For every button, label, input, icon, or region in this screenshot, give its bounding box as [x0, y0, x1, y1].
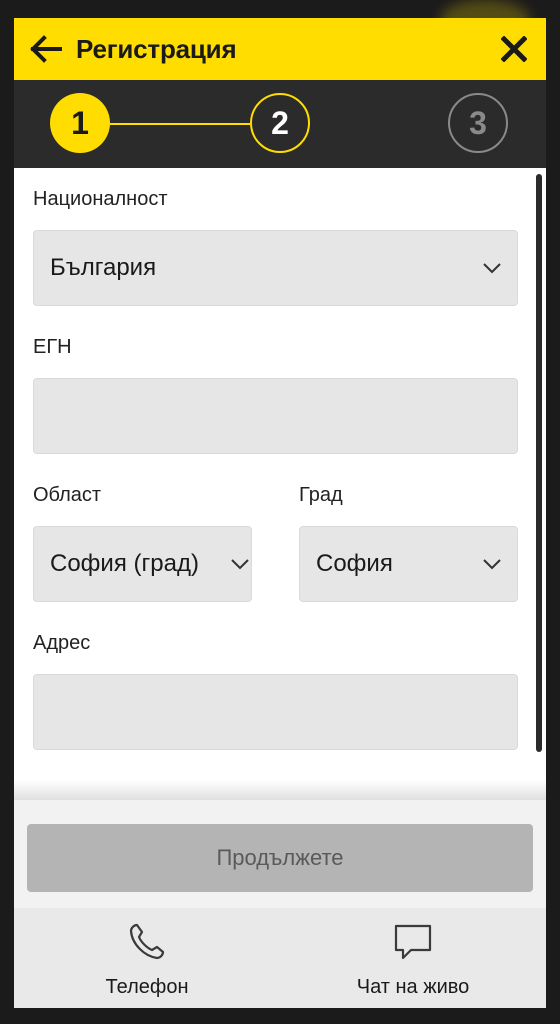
- phone-icon: [129, 923, 165, 959]
- address-label: Адрес: [33, 632, 91, 654]
- egn-label: ЕГН: [33, 336, 72, 358]
- region-label: Област: [33, 484, 102, 506]
- continue-button[interactable]: Продължете: [27, 824, 533, 892]
- page-title: Регистрация: [76, 33, 237, 64]
- arrow-left-icon: [30, 35, 62, 63]
- phone-label: Телефон: [105, 975, 189, 998]
- city-value: София: [316, 550, 393, 577]
- phone-support-button[interactable]: Телефон: [14, 908, 280, 1008]
- chevron-down-icon: [483, 559, 501, 570]
- chevron-down-icon: [483, 263, 501, 274]
- support-footer: Телефон Чат на живо: [14, 908, 546, 1008]
- city-label: Град: [299, 484, 343, 506]
- nationality-label: Националност: [33, 188, 168, 210]
- chat-icon: [394, 924, 432, 959]
- close-icon: [501, 36, 527, 62]
- region-value: София (град): [50, 550, 199, 577]
- city-select[interactable]: София: [299, 526, 518, 602]
- address-input[interactable]: [33, 674, 518, 750]
- step-3: 3: [448, 93, 508, 153]
- chevron-down-icon: [231, 559, 249, 570]
- live-chat-button[interactable]: Чат на живо: [280, 908, 546, 1008]
- registration-modal: Регистрация 1 2 3 Националност България …: [14, 18, 546, 1008]
- step-1: 1: [50, 93, 110, 153]
- close-button[interactable]: [496, 31, 532, 67]
- step-connector: [110, 123, 250, 125]
- step-2: 2: [250, 93, 310, 153]
- registration-stepper: 1 2 3: [14, 80, 546, 168]
- registration-form: Националност България ЕГН Област София (…: [14, 168, 546, 800]
- form-scrollbar[interactable]: [536, 174, 542, 752]
- nationality-value: България: [50, 254, 157, 281]
- region-select[interactable]: София (град): [33, 526, 252, 602]
- egn-input[interactable]: [33, 378, 518, 454]
- nationality-select[interactable]: България: [33, 230, 518, 306]
- chat-label: Чат на живо: [356, 975, 470, 998]
- modal-header: Регистрация: [14, 18, 546, 80]
- form-bottom-shadow: [14, 780, 546, 800]
- cta-area: Продължете: [14, 800, 546, 908]
- back-button[interactable]: [28, 31, 64, 67]
